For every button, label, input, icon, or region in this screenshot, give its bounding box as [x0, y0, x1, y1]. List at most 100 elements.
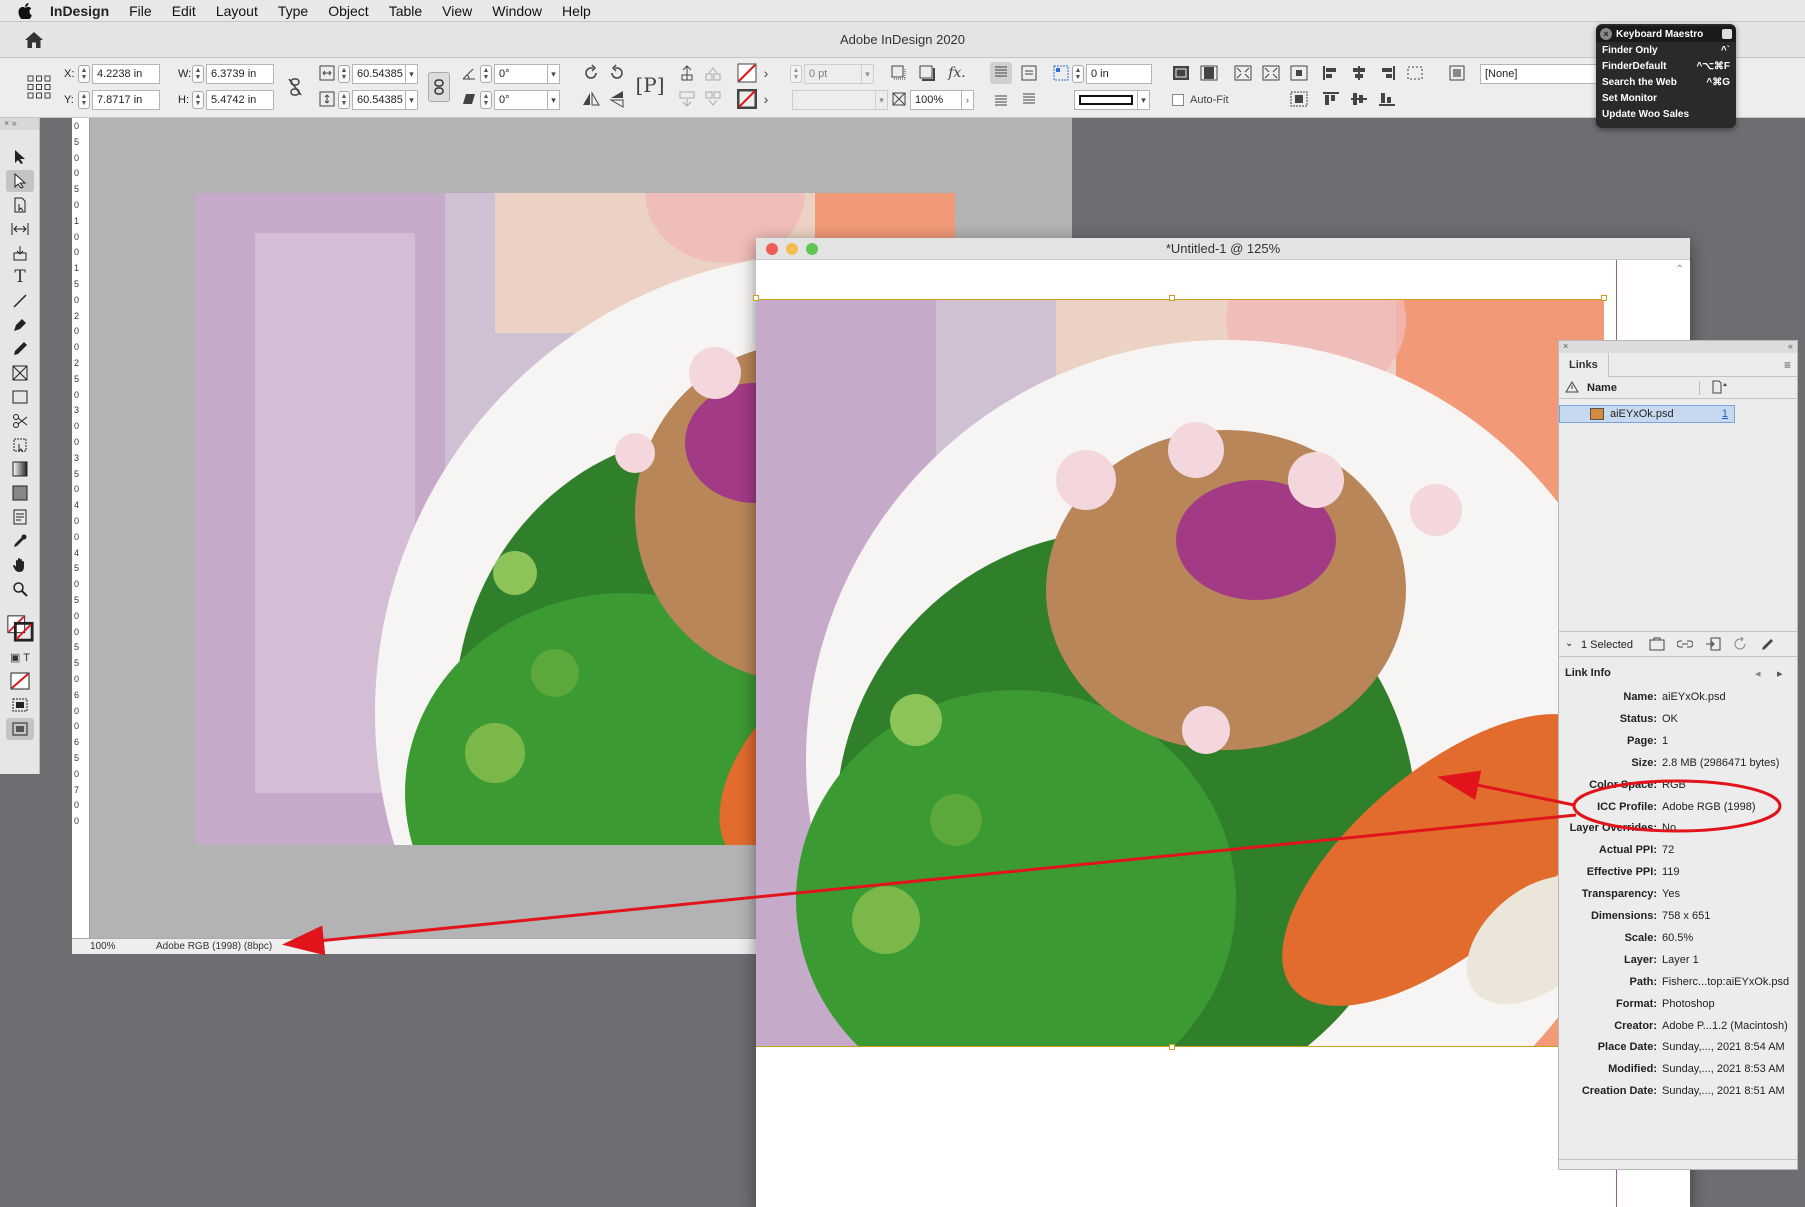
frame-handle-top-right[interactable]: [1601, 295, 1607, 301]
align-bottom-text-icon[interactable]: [990, 88, 1012, 110]
shear-field[interactable]: 0°: [494, 90, 548, 110]
tools-grip[interactable]: [0, 130, 39, 144]
object-style-field[interactable]: [None]: [1480, 64, 1600, 84]
zoom-window-button[interactable]: [806, 243, 818, 255]
effects-icon[interactable]: fx.: [946, 62, 968, 84]
stroke-arrow-icon[interactable]: ›: [760, 88, 772, 110]
macro-set-monitor[interactable]: Set Monitor: [1596, 90, 1736, 106]
stroke-weight-field[interactable]: 0 pt: [804, 64, 862, 84]
minimize-window-button[interactable]: [786, 243, 798, 255]
vertical-ruler[interactable]: 0 5 0 0 5 0 1 0 0 1 5 0 2 0 0 2 5 0 3 0 0 3 5 0 4 0 0 4 5 0 5 0 0 5 5 0 6 0 0 6…: [72, 118, 90, 938]
page-column-icon[interactable]: [1711, 380, 1729, 397]
drop-shadow-icon[interactable]: [888, 62, 910, 84]
align-top-edges-icon[interactable]: [1320, 88, 1342, 110]
menu-edit[interactable]: Edit: [172, 3, 196, 19]
shear-stepper[interactable]: ▲ ▼: [480, 91, 492, 109]
panel-menu-icon[interactable]: ≡: [1784, 358, 1791, 372]
links-tab[interactable]: Links: [1559, 353, 1609, 377]
scroll-up-icon[interactable]: ⌃: [1676, 264, 1684, 275]
note-tool-icon[interactable]: [6, 506, 34, 528]
align-vertical-centers-icon[interactable]: [1348, 88, 1370, 110]
frame-handle-bottom-center[interactable]: [1169, 1044, 1175, 1050]
fill-arrow-icon[interactable]: ›: [760, 62, 772, 84]
selection-tool-icon[interactable]: [6, 146, 34, 168]
zoom-level[interactable]: 100%: [90, 941, 116, 952]
screen-mode-icon[interactable]: [6, 694, 34, 716]
menu-view[interactable]: View: [442, 3, 472, 19]
offset-field[interactable]: 0 in: [1086, 64, 1152, 84]
menu-type[interactable]: Type: [278, 3, 308, 19]
palette-settings-icon[interactable]: [1722, 29, 1732, 39]
stroke-type-field[interactable]: [792, 90, 876, 110]
w-stepper[interactable]: ▲ ▼: [192, 65, 204, 83]
link-info-title[interactable]: Link Info: [1565, 667, 1611, 679]
align-center-text-icon[interactable]: [1018, 62, 1040, 84]
scale-x-field[interactable]: 60.54385: [352, 64, 406, 84]
fill-stroke-swatches-icon[interactable]: [6, 612, 34, 644]
menu-window[interactable]: Window: [492, 3, 542, 19]
stroke-type-dropdown[interactable]: ▾: [876, 90, 888, 110]
scissors-tool-icon[interactable]: [6, 410, 34, 432]
line-tool-icon[interactable]: [6, 290, 34, 312]
offset-stepper[interactable]: ▲ ▼: [1072, 65, 1084, 83]
height-field[interactable]: 5.4742 in: [206, 90, 274, 110]
rotate-field[interactable]: 0°: [494, 64, 548, 84]
preview-mode-icon[interactable]: [6, 718, 34, 740]
text-frame-icon[interactable]: [P]: [635, 70, 664, 100]
scale-y-dropdown[interactable]: ▾: [406, 90, 418, 110]
previous-link-icon[interactable]: ◂: [1755, 667, 1761, 680]
link-row-selected[interactable]: aiEYxOk.psd 1: [1559, 405, 1735, 423]
align-left-edges-icon[interactable]: [1320, 62, 1342, 84]
justify-text-icon[interactable]: [1018, 88, 1040, 110]
type-tool-icon[interactable]: T: [6, 266, 34, 288]
close-window-button[interactable]: [766, 243, 778, 255]
x-stepper[interactable]: ▲ ▼: [78, 65, 90, 83]
select-container-icon[interactable]: [676, 62, 698, 84]
constrain-scale-icon[interactable]: [428, 72, 450, 102]
macro-update-woo-sales[interactable]: Update Woo Sales: [1596, 106, 1736, 122]
name-column-header[interactable]: Name: [1587, 382, 1617, 394]
select-next-icon[interactable]: [702, 88, 724, 110]
gradient-feather-tool-icon[interactable]: [6, 482, 34, 504]
reference-point-icon[interactable]: [26, 74, 52, 100]
stroke-weight-stepper[interactable]: ▲ ▼: [790, 65, 802, 83]
free-transform-tool-icon[interactable]: [6, 434, 34, 456]
placed-image-frame[interactable]: [756, 299, 1604, 1047]
menu-file[interactable]: File: [129, 3, 152, 19]
flip-vertical-icon[interactable]: [606, 88, 628, 110]
content-aware-fit-icon[interactable]: [1288, 88, 1310, 110]
gap-tool-icon[interactable]: [6, 218, 34, 240]
apply-none-icon[interactable]: [6, 670, 34, 692]
stroke-line-dropdown[interactable]: ▾: [1138, 90, 1150, 110]
rotate-stepper[interactable]: ▲ ▼: [480, 65, 492, 83]
menu-layout[interactable]: Layout: [216, 3, 258, 19]
pen-tool-icon[interactable]: [6, 314, 34, 336]
shadow-frame-icon[interactable]: [916, 62, 938, 84]
menu-table[interactable]: Table: [389, 3, 422, 19]
width-field[interactable]: 6.3739 in: [206, 64, 274, 84]
opacity-arrow[interactable]: ›: [962, 90, 974, 110]
cc-libraries-icon[interactable]: [1649, 637, 1665, 654]
fit-content-to-frame-icon[interactable]: [1260, 62, 1282, 84]
opacity-field[interactable]: 100%: [910, 90, 962, 110]
hand-tool-icon[interactable]: [6, 554, 34, 576]
content-collector-icon[interactable]: [6, 242, 34, 264]
autofit-checkbox[interactable]: [1172, 94, 1184, 106]
center-content-icon[interactable]: [1288, 62, 1310, 84]
macro-search-the-web[interactable]: Search the Web ^⌘G: [1596, 74, 1736, 90]
rotate-dropdown[interactable]: ▾: [548, 64, 560, 84]
panel-resize-handle[interactable]: [1559, 1159, 1797, 1169]
align-right-edges-icon[interactable]: [1376, 62, 1398, 84]
rotate-cw-icon[interactable]: [580, 62, 602, 84]
flip-horizontal-icon[interactable]: [580, 88, 602, 110]
relink-icon[interactable]: [1676, 637, 1694, 654]
link-page-number[interactable]: 1: [1722, 408, 1728, 420]
gradient-tool-icon[interactable]: [6, 458, 34, 480]
object-style-icon[interactable]: [1446, 62, 1468, 84]
app-menu[interactable]: InDesign: [50, 3, 109, 19]
menu-object[interactable]: Object: [328, 3, 368, 19]
rectangle-frame-tool-icon[interactable]: [6, 362, 34, 384]
tools-panel-header[interactable]: × »: [0, 118, 39, 130]
shear-dropdown[interactable]: ▾: [548, 90, 560, 110]
macro-finder-default[interactable]: FinderDefault ^⌥⌘F: [1596, 58, 1736, 74]
